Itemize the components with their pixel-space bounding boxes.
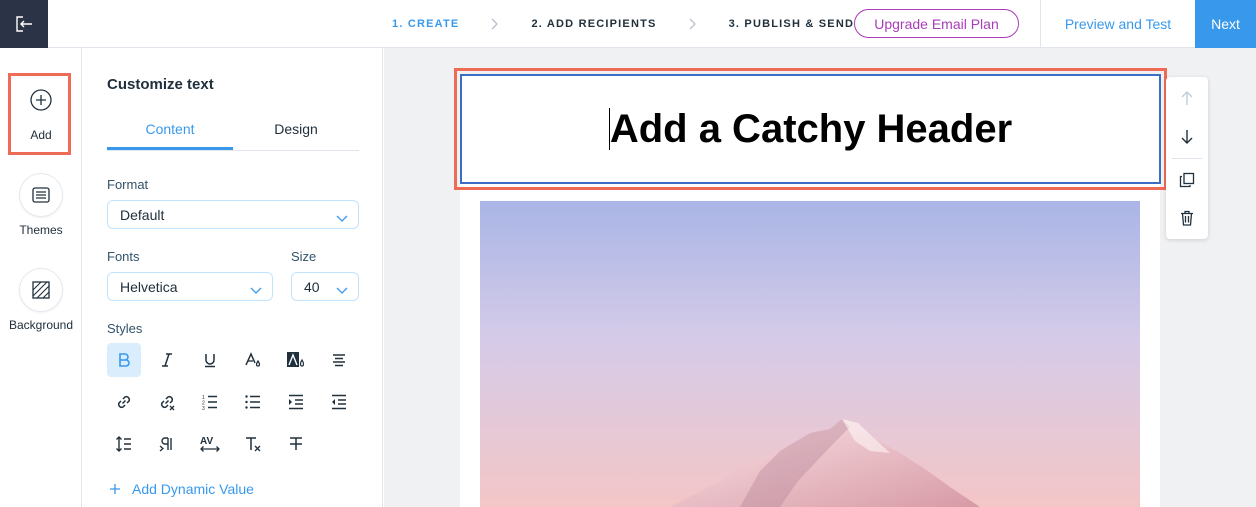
- numbered-list-icon[interactable]: 123: [193, 385, 227, 419]
- step-publish-send[interactable]: 3. PUBLISH & SEND: [729, 18, 855, 30]
- fonts-label: Fonts: [107, 249, 140, 264]
- add-dynamic-value-button[interactable]: Add Dynamic Value: [109, 481, 254, 497]
- step-add-recipients[interactable]: 2. ADD RECIPIENTS: [531, 18, 656, 30]
- underline-icon[interactable]: [193, 343, 227, 377]
- unlink-icon[interactable]: [150, 385, 184, 419]
- text-direction-icon[interactable]: [150, 427, 184, 461]
- text-color-icon[interactable]: [236, 343, 270, 377]
- chevron-down-icon: [250, 282, 262, 298]
- italic-icon[interactable]: [150, 343, 184, 377]
- rail-item-themes[interactable]: Themes: [0, 173, 82, 237]
- upgrade-email-plan-button[interactable]: Upgrade Email Plan: [854, 9, 1019, 38]
- step-create[interactable]: 1. CREATE: [392, 18, 459, 30]
- bulleted-list-icon[interactable]: [236, 385, 270, 419]
- fonts-value: Helvetica: [120, 278, 178, 295]
- format-value: Default: [120, 206, 165, 223]
- styles-label: Styles: [107, 321, 143, 336]
- rail-item-background[interactable]: Background: [0, 268, 82, 332]
- delete-icon[interactable]: [1166, 199, 1208, 237]
- step-breadcrumb: 1. CREATE 2. ADD RECIPIENTS 3. PUBLISH &…: [392, 0, 854, 48]
- chevron-right-icon: [491, 18, 499, 30]
- align-center-icon[interactable]: [322, 343, 356, 377]
- add-dynamic-value-label: Add Dynamic Value: [132, 481, 254, 497]
- rail-item-label: Themes: [19, 223, 63, 237]
- tab-content[interactable]: Content: [107, 114, 233, 150]
- tab-design[interactable]: Design: [233, 114, 359, 150]
- preview-and-test-button[interactable]: Preview and Test: [1040, 0, 1195, 48]
- duplicate-icon[interactable]: [1166, 161, 1208, 199]
- character-spacing-icon[interactable]: AV: [193, 427, 227, 461]
- chevron-down-icon: [336, 282, 348, 298]
- format-select[interactable]: Default: [107, 200, 359, 229]
- strikethrough-icon[interactable]: [279, 427, 313, 461]
- chevron-down-icon: [336, 210, 348, 226]
- hero-image[interactable]: [480, 201, 1140, 507]
- clear-formatting-icon[interactable]: [236, 427, 270, 461]
- indent-icon[interactable]: [279, 385, 313, 419]
- header-text-block[interactable]: Add a Catchy Header: [460, 74, 1161, 184]
- left-rail: Add Themes Background: [0, 48, 82, 507]
- next-button[interactable]: Next: [1195, 0, 1256, 48]
- outdent-icon[interactable]: [322, 385, 356, 419]
- panel-title: Customize text: [107, 76, 214, 93]
- bold-icon[interactable]: [107, 343, 141, 377]
- toolbar-divider: [1172, 158, 1202, 159]
- themes-icon: [19, 173, 63, 217]
- format-label: Format: [107, 177, 149, 192]
- move-down-icon[interactable]: [1166, 118, 1208, 156]
- panel-tabs: Content Design: [107, 114, 359, 151]
- svg-text:3: 3: [202, 406, 205, 411]
- size-label: Size: [291, 249, 317, 264]
- line-spacing-icon[interactable]: [107, 427, 141, 461]
- top-bar: 1. CREATE 2. ADD RECIPIENTS 3. PUBLISH &…: [0, 0, 1256, 48]
- plus-icon: [110, 484, 120, 494]
- size-select[interactable]: 40: [291, 272, 359, 301]
- rail-item-label: Background: [8, 318, 74, 332]
- fonts-select[interactable]: Helvetica: [107, 272, 273, 301]
- exit-icon: [16, 16, 32, 32]
- svg-text:AV: AV: [200, 436, 213, 447]
- background-icon: [19, 268, 63, 312]
- move-up-icon[interactable]: [1166, 79, 1208, 117]
- customize-text-panel: Customize text Content Design Format Def…: [83, 48, 383, 507]
- link-icon[interactable]: [107, 385, 141, 419]
- add-highlight-frame: [8, 73, 71, 155]
- chevron-right-icon: [689, 18, 697, 30]
- exit-button[interactable]: [0, 0, 48, 48]
- header-text[interactable]: Add a Catchy Header: [608, 108, 1012, 150]
- highlight-color-icon[interactable]: [279, 343, 313, 377]
- block-action-toolbar: [1166, 77, 1208, 239]
- size-value: 40: [304, 278, 320, 295]
